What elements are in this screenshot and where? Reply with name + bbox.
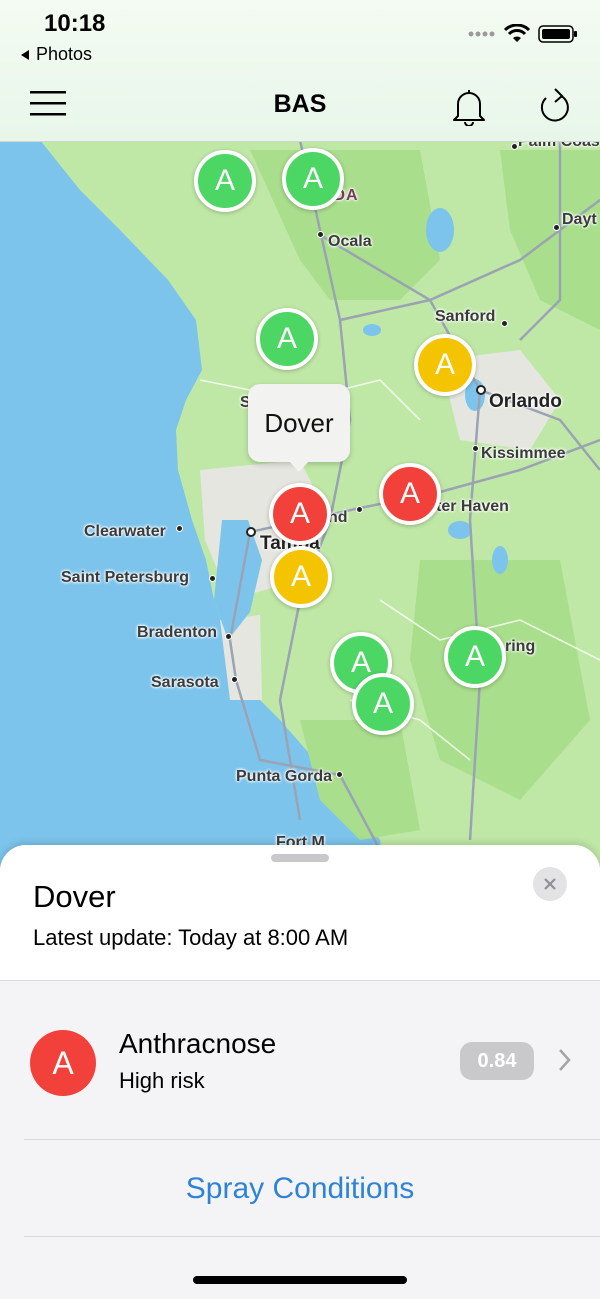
city-dot [209, 575, 216, 582]
city-dot [511, 143, 518, 150]
city-label-orlando: Orlando [489, 391, 562, 412]
system-icons [468, 24, 578, 44]
spray-conditions-button[interactable]: Spray Conditions [0, 1141, 600, 1237]
chevron-right-icon [559, 1049, 571, 1071]
bell-icon [453, 90, 485, 127]
marker-letter: A [290, 560, 311, 593]
city-label-saint-petersburg: Saint Petersburg [61, 569, 190, 586]
risk-badge: A [30, 1030, 96, 1096]
risk-marker-selected[interactable]: A [269, 483, 331, 545]
detail-sheet: Dover Latest update: Today at 8:00 AM A … [0, 845, 600, 1299]
risk-marker[interactable]: A [282, 148, 344, 210]
risk-marker[interactable]: A [444, 626, 506, 688]
battery-icon [538, 25, 577, 43]
city-label-winter-haven: ter Haven [436, 498, 509, 515]
risk-level: High risk [119, 1068, 205, 1093]
sheet-header: Dover Latest update: Today at 8:00 AM [0, 845, 600, 981]
disease-name: Anthracnose [119, 1028, 277, 1059]
back-to-app-button[interactable]: Photos [20, 44, 92, 65]
city-label-dayt: Dayt [562, 211, 597, 228]
sheet-subtitle: Latest update: Today at 8:00 AM [33, 925, 349, 950]
sheet-title: Dover [33, 879, 116, 914]
disease-row[interactable]: A Anthracnose High risk 0.84 [0, 982, 600, 1140]
risk-marker[interactable]: A [256, 308, 318, 370]
marker-letter: A [372, 687, 393, 720]
risk-score: 0.84 [477, 1049, 517, 1072]
city-label-bradenton: Bradenton [137, 624, 217, 641]
marker-callout[interactable]: Dover [248, 384, 350, 472]
city-dot [472, 445, 479, 452]
risk-marker[interactable]: A [194, 150, 256, 212]
marker-letter: A [276, 322, 297, 355]
marker-letter: A [350, 646, 371, 679]
city-dot [553, 224, 560, 231]
page-title: BAS [273, 90, 327, 118]
home-indicator [193, 1276, 407, 1284]
refresh-button[interactable] [536, 86, 574, 126]
city-label-sanford: Sanford [435, 308, 496, 325]
status-bar: 10:18 Photos [0, 0, 600, 72]
marker-letter: A [289, 497, 310, 530]
divider [24, 1139, 600, 1140]
marker-letter: A [214, 164, 235, 197]
notifications-button[interactable] [450, 86, 488, 127]
city-dot [501, 320, 508, 327]
risk-badge-letter: A [52, 1044, 74, 1081]
city-dot [336, 771, 343, 778]
marker-letter: A [434, 348, 455, 381]
close-icon [544, 878, 556, 890]
risk-marker[interactable]: A [414, 334, 476, 396]
spray-conditions-label: Spray Conditions [185, 1172, 415, 1205]
city-label-sebring: ring [505, 638, 536, 655]
city-dot [317, 231, 324, 238]
city-label-kissimmee: Kissimmee [481, 445, 566, 462]
marker-letter: A [464, 640, 485, 673]
city-label-punta-gorda: Punta Gorda [236, 768, 333, 785]
city-label-sarasota: Sarasota [151, 674, 219, 691]
back-app-label: Photos [36, 44, 93, 64]
callout-label: Dover [264, 407, 334, 438]
risk-score-badge: 0.84 [460, 1042, 534, 1080]
close-button[interactable] [533, 867, 567, 901]
city-dot [176, 525, 183, 532]
risk-marker[interactable]: A [379, 463, 441, 525]
signal-icon [468, 31, 495, 37]
status-time: 10:18 [44, 10, 106, 37]
city-dot [231, 676, 238, 683]
city-label-ocala: Ocala [328, 233, 372, 250]
sheet-grabber[interactable] [271, 854, 329, 862]
refresh-icon [540, 88, 569, 122]
divider [24, 1236, 600, 1237]
city-label-clearwater: Clearwater [84, 523, 166, 540]
wifi-icon [504, 24, 530, 42]
marker-letter: A [302, 162, 323, 195]
city-dot-capital [476, 385, 486, 395]
city-dot-capital [246, 527, 256, 537]
marker-letter: A [399, 477, 420, 510]
risk-marker[interactable]: A [352, 673, 414, 735]
city-dot [225, 633, 232, 640]
nav-bar: 10:18 Photos BAS [0, 0, 600, 142]
back-triangle-icon [21, 49, 29, 60]
city-dot [356, 506, 363, 513]
risk-marker[interactable]: A [270, 546, 332, 608]
